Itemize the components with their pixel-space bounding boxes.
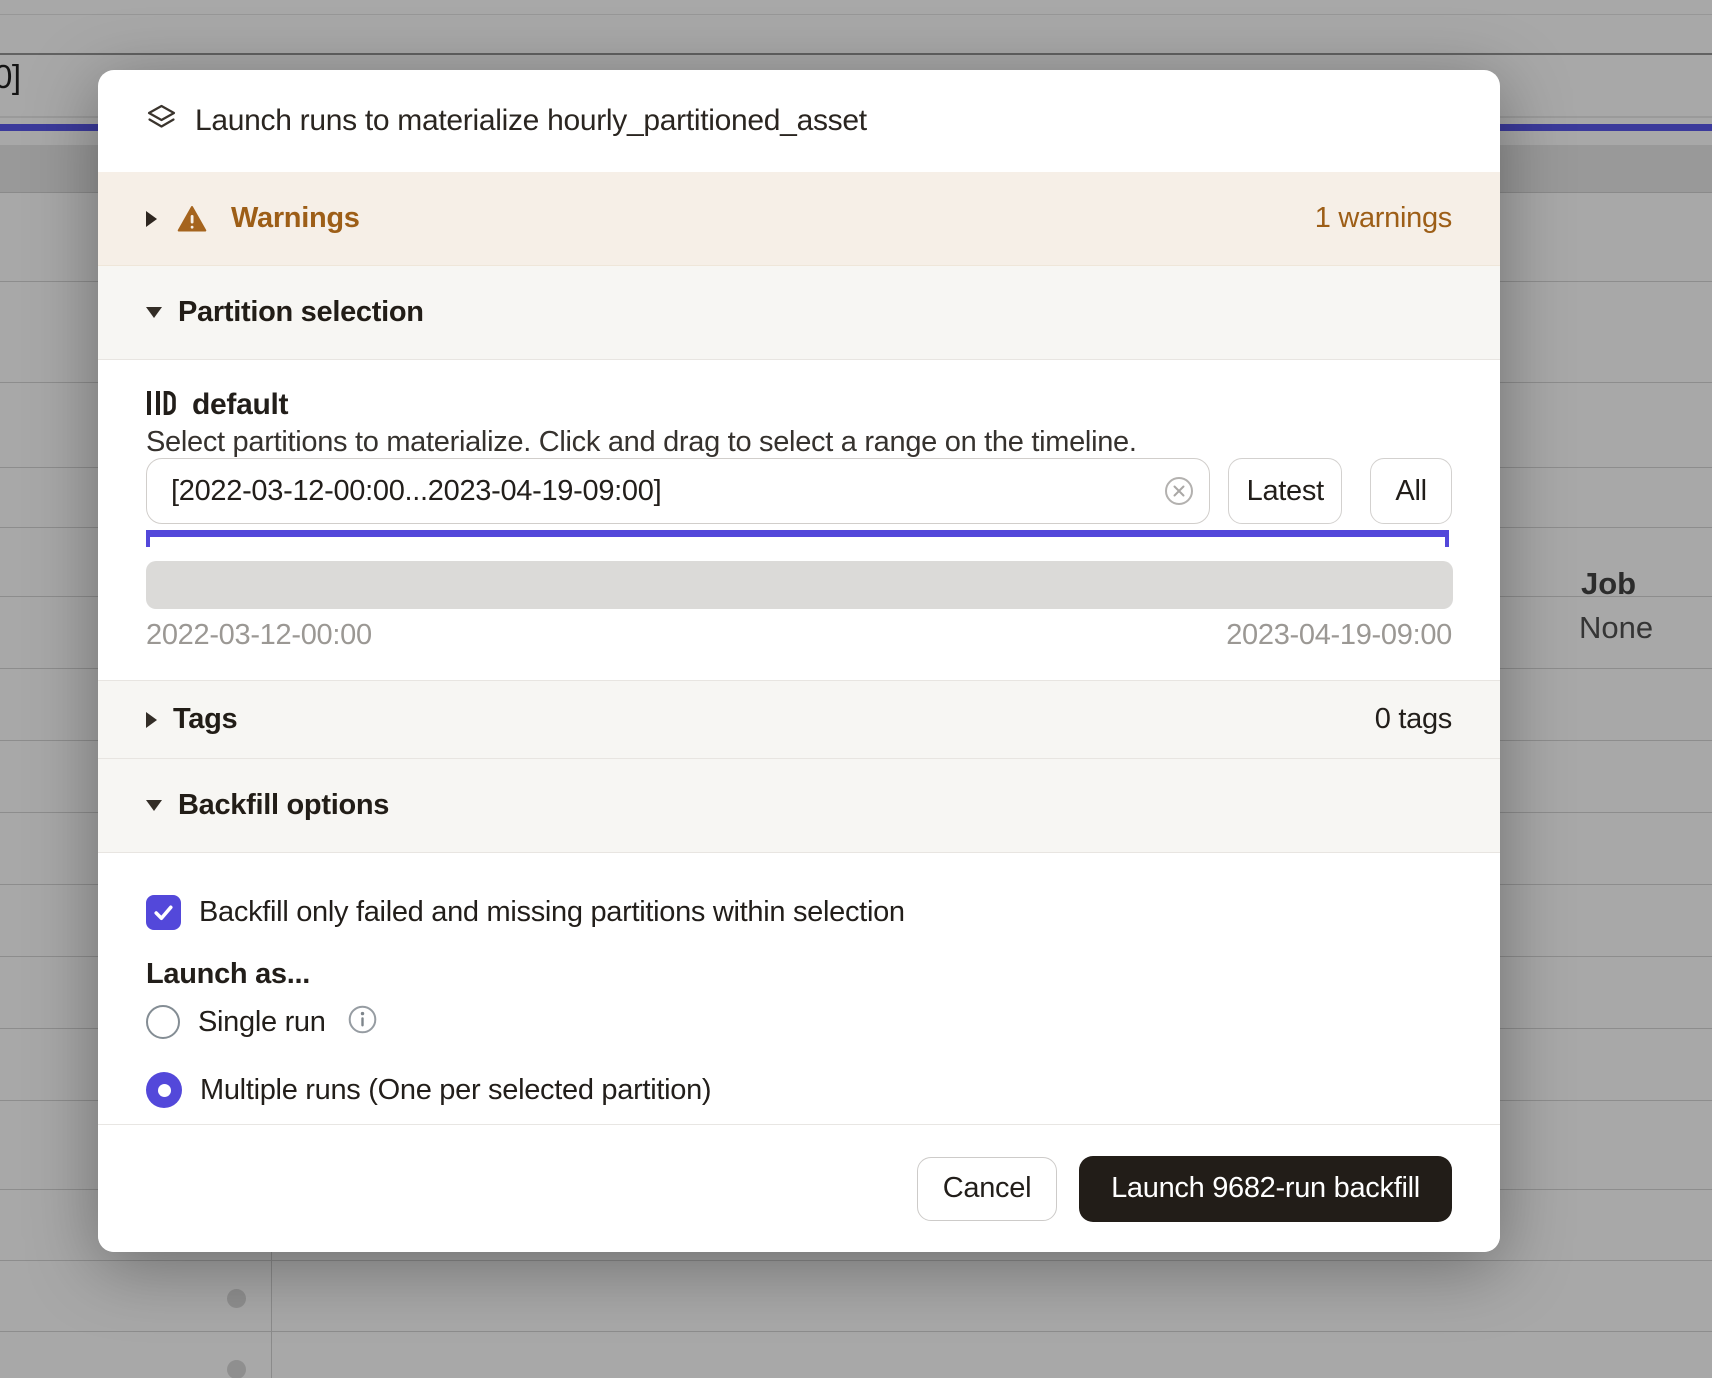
partition-range-input-wrap	[146, 458, 1210, 524]
partition-dimension-name: default	[192, 388, 288, 422]
launch-backfill-button[interactable]: Launch 9682-run backfill	[1079, 1156, 1452, 1222]
warnings-count: 1 warnings	[1315, 202, 1452, 235]
timeline-end-date: 2023-04-19-09:00	[1226, 619, 1452, 651]
single-run-label: Single run	[198, 1006, 326, 1039]
cancel-button[interactable]: Cancel	[917, 1157, 1057, 1221]
timeline-start-date: 2022-03-12-00:00	[146, 619, 372, 651]
single-run-option[interactable]: Single run	[146, 1005, 1452, 1039]
dialog-header: Launch runs to materialize hourly_partit…	[98, 70, 1500, 172]
selection-end-tick	[1445, 530, 1449, 547]
backfill-failed-missing-checkbox[interactable]	[146, 895, 181, 930]
backfill-options-label: Backfill options	[178, 789, 389, 822]
materialize-layers-icon	[146, 103, 177, 139]
tags-label: Tags	[173, 703, 237, 736]
timeline-selection-indicator	[146, 530, 1452, 554]
single-run-radio[interactable]	[146, 1005, 180, 1039]
chevron-right-icon	[146, 211, 157, 227]
chevron-down-icon	[146, 800, 162, 811]
tags-count: 0 tags	[1375, 703, 1452, 736]
timeline-date-labels: 2022-03-12-00:00 2023-04-19-09:00	[146, 619, 1452, 651]
dialog-footer: Cancel Launch 9682-run backfill	[98, 1124, 1500, 1252]
multiple-runs-radio[interactable]	[146, 1072, 182, 1108]
selection-start-tick	[146, 530, 150, 547]
multiple-runs-option[interactable]: Multiple runs (One per selected partitio…	[146, 1072, 1452, 1108]
partition-range-input[interactable]	[146, 458, 1210, 524]
launch-backfill-dialog: Launch runs to materialize hourly_partit…	[98, 70, 1500, 1252]
partition-dimension-row: default	[146, 388, 1452, 422]
selection-range-bar	[146, 530, 1449, 537]
tags-section-header[interactable]: Tags 0 tags	[98, 680, 1500, 759]
launch-as-label: Launch as...	[146, 958, 1452, 990]
multiple-runs-label: Multiple runs (One per selected partitio…	[200, 1074, 711, 1107]
backfill-failed-missing-label: Backfill only failed and missing partiti…	[199, 896, 905, 929]
warnings-label: Warnings	[231, 202, 360, 235]
partition-columns-icon	[146, 388, 176, 423]
partition-selection-label: Partition selection	[178, 296, 424, 329]
warnings-section-header[interactable]: Warnings 1 warnings	[98, 172, 1500, 266]
chevron-down-icon	[146, 307, 162, 318]
screen: 0] Job None	[0, 0, 1712, 1378]
backfill-options-section-header[interactable]: Backfill options	[98, 759, 1500, 853]
partition-range-controls: Latest All	[146, 458, 1452, 524]
partition-selection-section-header[interactable]: Partition selection	[98, 266, 1500, 360]
all-button[interactable]: All	[1370, 458, 1452, 524]
info-icon[interactable]	[348, 1005, 377, 1039]
latest-button[interactable]: Latest	[1228, 458, 1342, 524]
warning-triangle-icon	[177, 205, 207, 233]
clear-selection-icon[interactable]	[1164, 476, 1194, 506]
partition-selection-content: default Select partitions to materialize…	[98, 360, 1500, 680]
backfill-failed-missing-row[interactable]: Backfill only failed and missing partiti…	[146, 895, 1452, 930]
dialog-title: Launch runs to materialize hourly_partit…	[195, 104, 867, 138]
partition-timeline-bar[interactable]	[146, 561, 1453, 609]
backfill-options-content: Backfill only failed and missing partiti…	[98, 853, 1500, 1124]
partition-help-text: Select partitions to materialize. Click …	[146, 426, 1452, 458]
chevron-right-icon	[146, 712, 157, 728]
